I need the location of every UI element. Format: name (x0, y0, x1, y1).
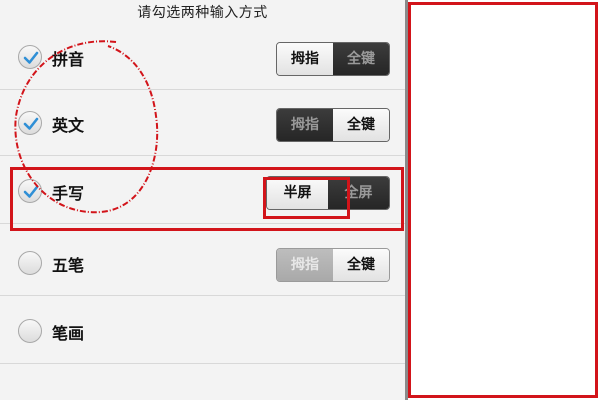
method-list-panel: 请勾选两种输入方式 拼音 拇指 全键 英文 拇指 全键 手写 半屏 全屏 五笔 … (0, 0, 408, 400)
method-label-wubi: 五笔 (52, 256, 85, 275)
layout-toggle-handwriting: 半屏 全屏 (266, 176, 390, 210)
list-item-stroke[interactable]: 笔画 (0, 300, 405, 364)
check-icon (23, 51, 39, 64)
option-thumb-wubi[interactable]: 拇指 (277, 249, 333, 281)
list-item-wubi[interactable]: 五笔 拇指 全键 (0, 232, 405, 296)
input-method-settings-screen: 请勾选两种输入方式 拼音 拇指 全键 英文 拇指 全键 手写 半屏 全屏 五笔 … (0, 0, 600, 400)
option-half-screen-handwriting[interactable]: 半屏 (267, 177, 328, 209)
method-label-stroke: 笔画 (52, 324, 85, 343)
check-icon (23, 185, 39, 198)
method-label-english: 英文 (52, 116, 85, 135)
option-full-screen-handwriting[interactable]: 全屏 (328, 177, 389, 209)
checkbox-english[interactable] (18, 111, 42, 135)
checkbox-stroke[interactable] (18, 319, 42, 343)
page-title: 请勾选两种输入方式 (137, 5, 268, 21)
option-thumb-pinyin[interactable]: 拇指 (277, 43, 333, 75)
option-full-pinyin[interactable]: 全键 (333, 43, 389, 75)
list-item-pinyin[interactable]: 拼音 拇指 全键 (0, 26, 405, 90)
method-label-handwriting: 手写 (52, 184, 85, 203)
list-item-handwriting[interactable]: 手写 半屏 全屏 (0, 160, 405, 224)
layout-toggle-wubi: 拇指 全键 (276, 248, 390, 282)
check-icon (23, 117, 39, 130)
layout-toggle-english: 拇指 全键 (276, 108, 390, 142)
layout-toggle-pinyin: 拇指 全键 (276, 42, 390, 76)
blank-side-panel (410, 0, 600, 400)
checkbox-wubi[interactable] (18, 251, 42, 275)
list-item-english[interactable]: 英文 拇指 全键 (0, 92, 405, 156)
option-full-wubi[interactable]: 全键 (333, 249, 389, 281)
checkbox-pinyin[interactable] (18, 45, 42, 69)
option-full-english[interactable]: 全键 (333, 109, 389, 141)
checkbox-handwriting[interactable] (18, 179, 42, 203)
option-thumb-english[interactable]: 拇指 (277, 109, 333, 141)
method-label-pinyin: 拼音 (52, 50, 85, 69)
